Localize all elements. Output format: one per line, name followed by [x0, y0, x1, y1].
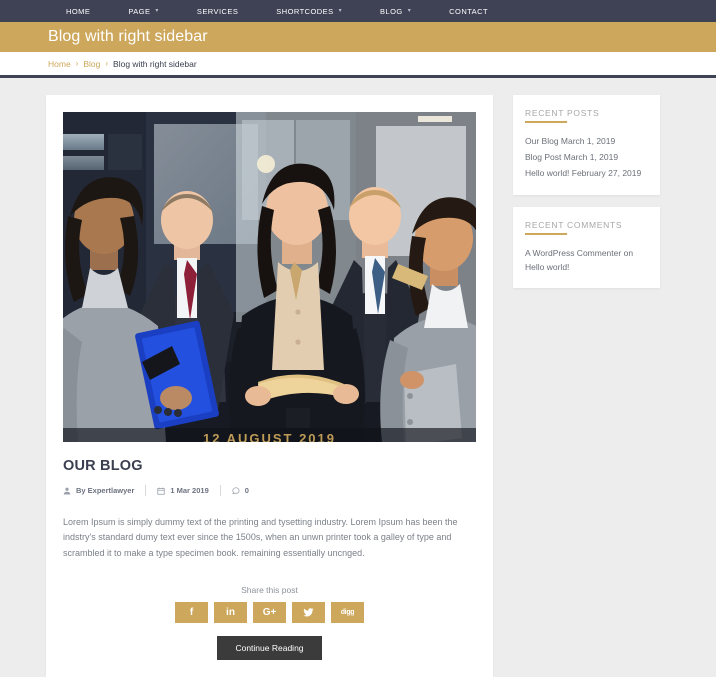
share-googleplus-button[interactable]: G+	[253, 602, 286, 624]
meta-divider	[219, 485, 221, 496]
nav-item-label: PAGE	[128, 6, 151, 16]
read-more-row: Continue Reading	[63, 636, 476, 661]
widget-recent-posts: RECENT POSTS Our Blog March 1, 2019 Blog…	[513, 95, 660, 196]
nav-item-contact[interactable]: CONTACT	[449, 7, 488, 16]
post-excerpt: Lorem Ipsum is simply dummy text of the …	[63, 517, 458, 558]
digg-icon: digg	[340, 609, 355, 617]
list-item[interactable]: Hello world! February 27, 2019	[525, 165, 648, 181]
page-banner: Blog with right sidebar	[0, 22, 716, 52]
nav-item-page[interactable]: PAGE ▾	[128, 7, 159, 16]
share-facebook-button[interactable]: f	[175, 602, 208, 624]
recent-comment-item: A WordPress Commenter on Hello world!	[525, 247, 648, 273]
post-title[interactable]: OUR BLOG	[63, 458, 476, 474]
comment-author-link[interactable]: A WordPress Commenter	[525, 248, 621, 258]
meta-divider	[145, 485, 147, 496]
nav-item-label: SHORTCODES	[276, 6, 334, 16]
continue-reading-button[interactable]: Continue Reading	[217, 636, 322, 661]
main-navigation: HOME PAGE ▾ SERVICES SHORTCODES ▾ BLOG ▾…	[0, 0, 716, 22]
nav-item-label: SERVICES	[196, 6, 239, 16]
breadcrumb-separator: ›	[75, 59, 79, 68]
comment-on-label: on	[623, 248, 634, 259]
share-digg-button[interactable]: digg	[331, 602, 364, 624]
share-label: Share this post	[241, 585, 298, 596]
sidebar: RECENT POSTS Our Blog March 1, 2019 Blog…	[513, 95, 660, 288]
post-comment-count[interactable]: 0	[232, 486, 249, 495]
nav-item-label: HOME	[66, 6, 91, 16]
google-plus-icon: G+	[262, 606, 277, 618]
nav-item-blog[interactable]: BLOG ▾	[380, 7, 411, 16]
chevron-down-icon: ▾	[407, 8, 412, 14]
page-body: 12 AUGUST 2019 OUR BLOG By Expertlawyer	[0, 78, 716, 677]
recent-posts-list: Our Blog March 1, 2019 Blog Post March 1…	[525, 133, 648, 181]
featured-image-caption: 12 AUGUST 2019	[202, 431, 336, 442]
nav-item-home[interactable]: HOME	[66, 7, 90, 16]
share-twitter-button[interactable]	[292, 602, 325, 624]
page-title: Blog with right sidebar	[48, 28, 208, 45]
breadcrumb-separator: ›	[105, 59, 109, 68]
team-photo-illustration	[63, 112, 476, 442]
blog-content-column: 12 AUGUST 2019 OUR BLOG By Expertlawyer	[46, 95, 493, 677]
breadcrumb-home[interactable]: Home	[48, 59, 71, 69]
comment-post-link[interactable]: Hello world!	[525, 262, 569, 272]
blog-post: 12 AUGUST 2019 OUR BLOG By Expertlawyer	[63, 112, 476, 661]
post-meta: By Expertlawyer 1 Mar 2019 0	[63, 485, 476, 496]
post-author[interactable]: By Expertlawyer	[63, 486, 134, 495]
chevron-down-icon: ▾	[338, 8, 343, 14]
share-linkedin-button[interactable]: in	[214, 602, 247, 624]
share-buttons: f in G+ digg	[63, 602, 476, 624]
breadcrumb-blog[interactable]: Blog	[83, 59, 100, 69]
widget-title: RECENT COMMENTS	[525, 220, 648, 236]
nav-item-services[interactable]: SERVICES	[197, 7, 238, 16]
chevron-down-icon: ▾	[155, 8, 159, 14]
user-icon	[63, 487, 71, 495]
nav-item-list: HOME PAGE ▾ SERVICES SHORTCODES ▾ BLOG ▾…	[66, 7, 526, 16]
linkedin-icon: in	[226, 606, 235, 618]
twitter-icon	[303, 607, 314, 618]
post-date: 1 Mar 2019	[157, 486, 209, 495]
list-item[interactable]: Blog Post March 1, 2019	[525, 149, 648, 165]
breadcrumb: Home › Blog › Blog with right sidebar	[0, 52, 716, 78]
nav-item-label: BLOG	[380, 6, 403, 16]
post-comment-count-label: 0	[244, 486, 249, 495]
comment-icon	[232, 486, 240, 495]
facebook-icon: f	[189, 606, 194, 618]
post-author-label: By Expertlawyer	[76, 486, 135, 495]
calendar-icon	[157, 487, 166, 495]
nav-item-label: CONTACT	[449, 6, 489, 16]
post-date-label: 1 Mar 2019	[170, 486, 209, 495]
widget-recent-comments: RECENT COMMENTS A WordPress Commenter on…	[513, 207, 660, 288]
post-featured-image[interactable]: 12 AUGUST 2019	[63, 112, 476, 442]
breadcrumb-current: Blog with right sidebar	[113, 58, 197, 69]
list-item[interactable]: Our Blog March 1, 2019	[525, 133, 648, 149]
nav-item-shortcodes[interactable]: SHORTCODES ▾	[276, 7, 342, 16]
widget-title: RECENT POSTS	[525, 108, 648, 123]
